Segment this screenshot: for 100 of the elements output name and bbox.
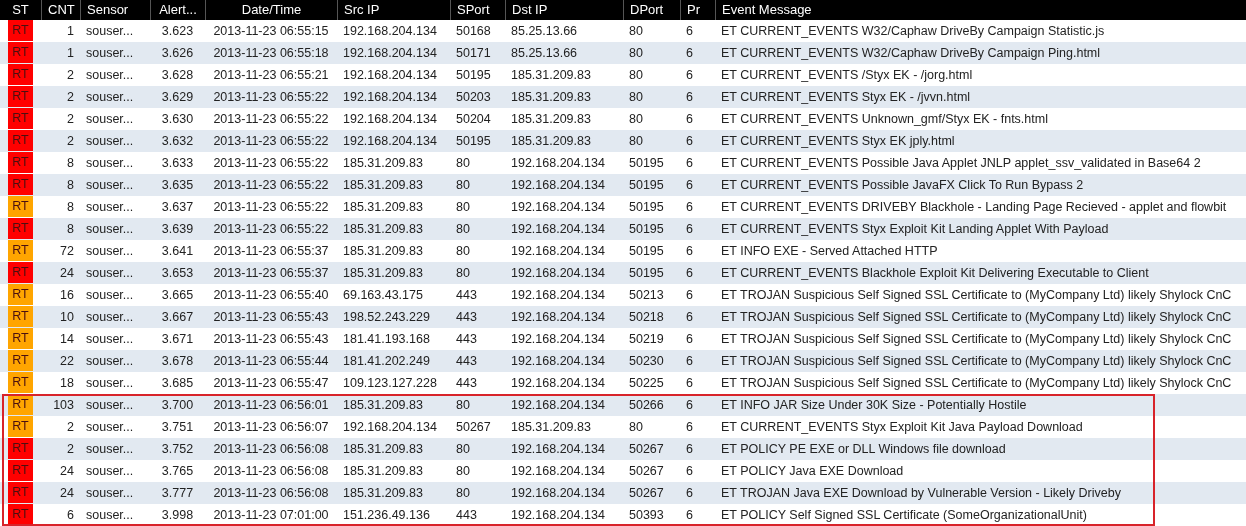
table-cell-text: 2013-11-23 06:55:43	[212, 331, 330, 348]
table-cell-text: 80	[455, 441, 471, 458]
table-cell-text: 181.41.202.249	[342, 353, 431, 370]
table-cell-text: 2013-11-23 06:55:44	[212, 353, 330, 370]
table-cell-text: 2013-11-23 06:56:07	[212, 419, 330, 436]
table-cell-text: 192.168.204.134	[510, 243, 606, 260]
status-badge: RT	[8, 460, 33, 481]
table-cell-text: 192.168.204.134	[510, 463, 606, 480]
column-header[interactable]: Src IP	[337, 0, 450, 20]
table-cell-text: 6	[685, 23, 694, 40]
column-header[interactable]: Sensor	[80, 0, 150, 20]
table-cell-text: 443	[455, 309, 478, 326]
table-cell-text: ET INFO EXE - Served Attached HTTP	[720, 243, 939, 260]
table-cell-text: 192.168.204.134	[510, 375, 606, 392]
table-cell-text: ET CURRENT_EVENTS /Styx EK - /jorg.html	[720, 67, 974, 84]
table-cell-text: 80	[628, 111, 644, 128]
table-cell-text: 3.635	[160, 177, 195, 194]
column-header[interactable]: Pr	[680, 0, 715, 20]
table-cell-text: ET TROJAN Suspicious Self Signed SSL Certificate to (MyCompany Ltd) likely Shylock CnC	[720, 353, 1233, 370]
table-cell-text: 8	[66, 199, 75, 216]
table-cell-text: 2013-11-23 06:55:15	[212, 23, 330, 40]
table-cell-text: 192.168.204.134	[510, 353, 606, 370]
table-cell-text: 50168	[455, 23, 492, 40]
status-badge: RT	[8, 130, 33, 151]
table-cell-text: 3.623	[160, 23, 195, 40]
status-badge: RT	[8, 240, 33, 261]
table-cell-text: 50267	[628, 485, 665, 502]
column-header[interactable]: Date/Time	[205, 0, 337, 20]
table-cell-text: 6	[685, 177, 694, 194]
table-cell-text: 50219	[628, 331, 665, 348]
table-cell-text: 185.31.209.83	[510, 133, 592, 150]
column-header[interactable]: CNT	[41, 0, 80, 20]
table-cell-text: ET TROJAN Java EXE Download by Vulnerable Version - Likely Driveby	[720, 485, 1122, 502]
table-cell-text: souser...	[85, 89, 135, 106]
table-cell-text: 6	[685, 419, 694, 436]
table-cell-text: 192.168.204.134	[510, 155, 606, 172]
table-cell-text: 185.31.209.83	[510, 89, 592, 106]
table-cell-text: 185.31.209.83	[342, 441, 424, 458]
table-cell-text: 3.633	[160, 155, 195, 172]
table-cell-text: 50204	[455, 111, 492, 128]
table-cell-text: 1	[66, 23, 75, 40]
table-cell-text: souser...	[85, 155, 135, 172]
status-badge: RT	[8, 262, 33, 283]
table-cell-text: 6	[685, 331, 694, 348]
table-cell-text: 192.168.204.134	[510, 441, 606, 458]
table-cell-text: 3.998	[160, 507, 195, 524]
table-cell-text: 192.168.204.134	[342, 45, 438, 62]
column-header[interactable]: DPort	[623, 0, 680, 20]
column-header[interactable]: Dst IP	[505, 0, 623, 20]
table-cell-text: souser...	[85, 353, 135, 370]
table-cell-text: 3.765	[160, 463, 195, 480]
table-cell-text: 6	[685, 89, 694, 106]
table-cell-text: 80	[628, 67, 644, 84]
column-header[interactable]: ST	[0, 0, 41, 20]
table-cell-text: 2013-11-23 06:56:08	[212, 463, 330, 480]
table-cell-text: 50195	[628, 243, 665, 260]
status-badge: RT	[8, 504, 33, 525]
table-cell-text: 3.667	[160, 309, 195, 326]
table-cell-text: 50171	[455, 45, 492, 62]
column-header[interactable]: SPort	[450, 0, 505, 20]
table-cell-text: 24	[59, 485, 75, 502]
table-cell-text: 192.168.204.134	[510, 177, 606, 194]
table-cell-text: 2013-11-23 06:55:37	[212, 243, 330, 260]
table-cell-text: 185.31.209.83	[342, 265, 424, 282]
table-cell-text: 10	[59, 309, 75, 326]
table-cell-text: 3.653	[160, 265, 195, 282]
table-cell-text: ET CURRENT_EVENTS Styx Exploit Kit Java Payload Download	[720, 419, 1084, 436]
column-header[interactable]: Alert...	[150, 0, 205, 20]
table-cell-text: 3.639	[160, 221, 195, 238]
table-cell-text: 8	[66, 177, 75, 194]
status-badge: RT	[8, 394, 33, 415]
table-cell-text: 6	[685, 265, 694, 282]
table-cell-text: souser...	[85, 265, 135, 282]
status-badge: RT	[8, 42, 33, 63]
table-cell-text: 3.665	[160, 287, 195, 304]
table-cell-text: 3.637	[160, 199, 195, 216]
table-cell-text: 80	[628, 23, 644, 40]
table-cell-text: 2013-11-23 06:55:22	[212, 133, 330, 150]
table-cell-text: 50195	[455, 67, 492, 84]
table-cell-text: 16	[59, 287, 75, 304]
table-cell-text: 50213	[628, 287, 665, 304]
table-cell-text: 2013-11-23 06:55:40	[212, 287, 330, 304]
status-badge: RT	[8, 284, 33, 305]
table-cell-text: 185.31.209.83	[342, 221, 424, 238]
status-badge: RT	[8, 196, 33, 217]
table-cell-text: 6	[685, 221, 694, 238]
table-cell-text: souser...	[85, 309, 135, 326]
table-cell-text: 3.751	[160, 419, 195, 436]
table-cell-text: 2013-11-23 06:56:08	[212, 485, 330, 502]
table-cell-text: 6	[685, 375, 694, 392]
column-header[interactable]: Event Message	[715, 0, 1246, 20]
table-cell-text: 2013-11-23 06:55:21	[212, 67, 330, 84]
table-cell-text: 50393	[628, 507, 665, 524]
table-cell-text: 2013-11-23 06:55:37	[212, 265, 330, 282]
table-cell-text: 192.168.204.134	[342, 89, 438, 106]
table-cell-text: 80	[455, 243, 471, 260]
table-cell-text: 151.236.49.136	[342, 507, 431, 524]
table-cell-text: 3.630	[160, 111, 195, 128]
table-cell-text: 50230	[628, 353, 665, 370]
table-cell-text: souser...	[85, 221, 135, 238]
